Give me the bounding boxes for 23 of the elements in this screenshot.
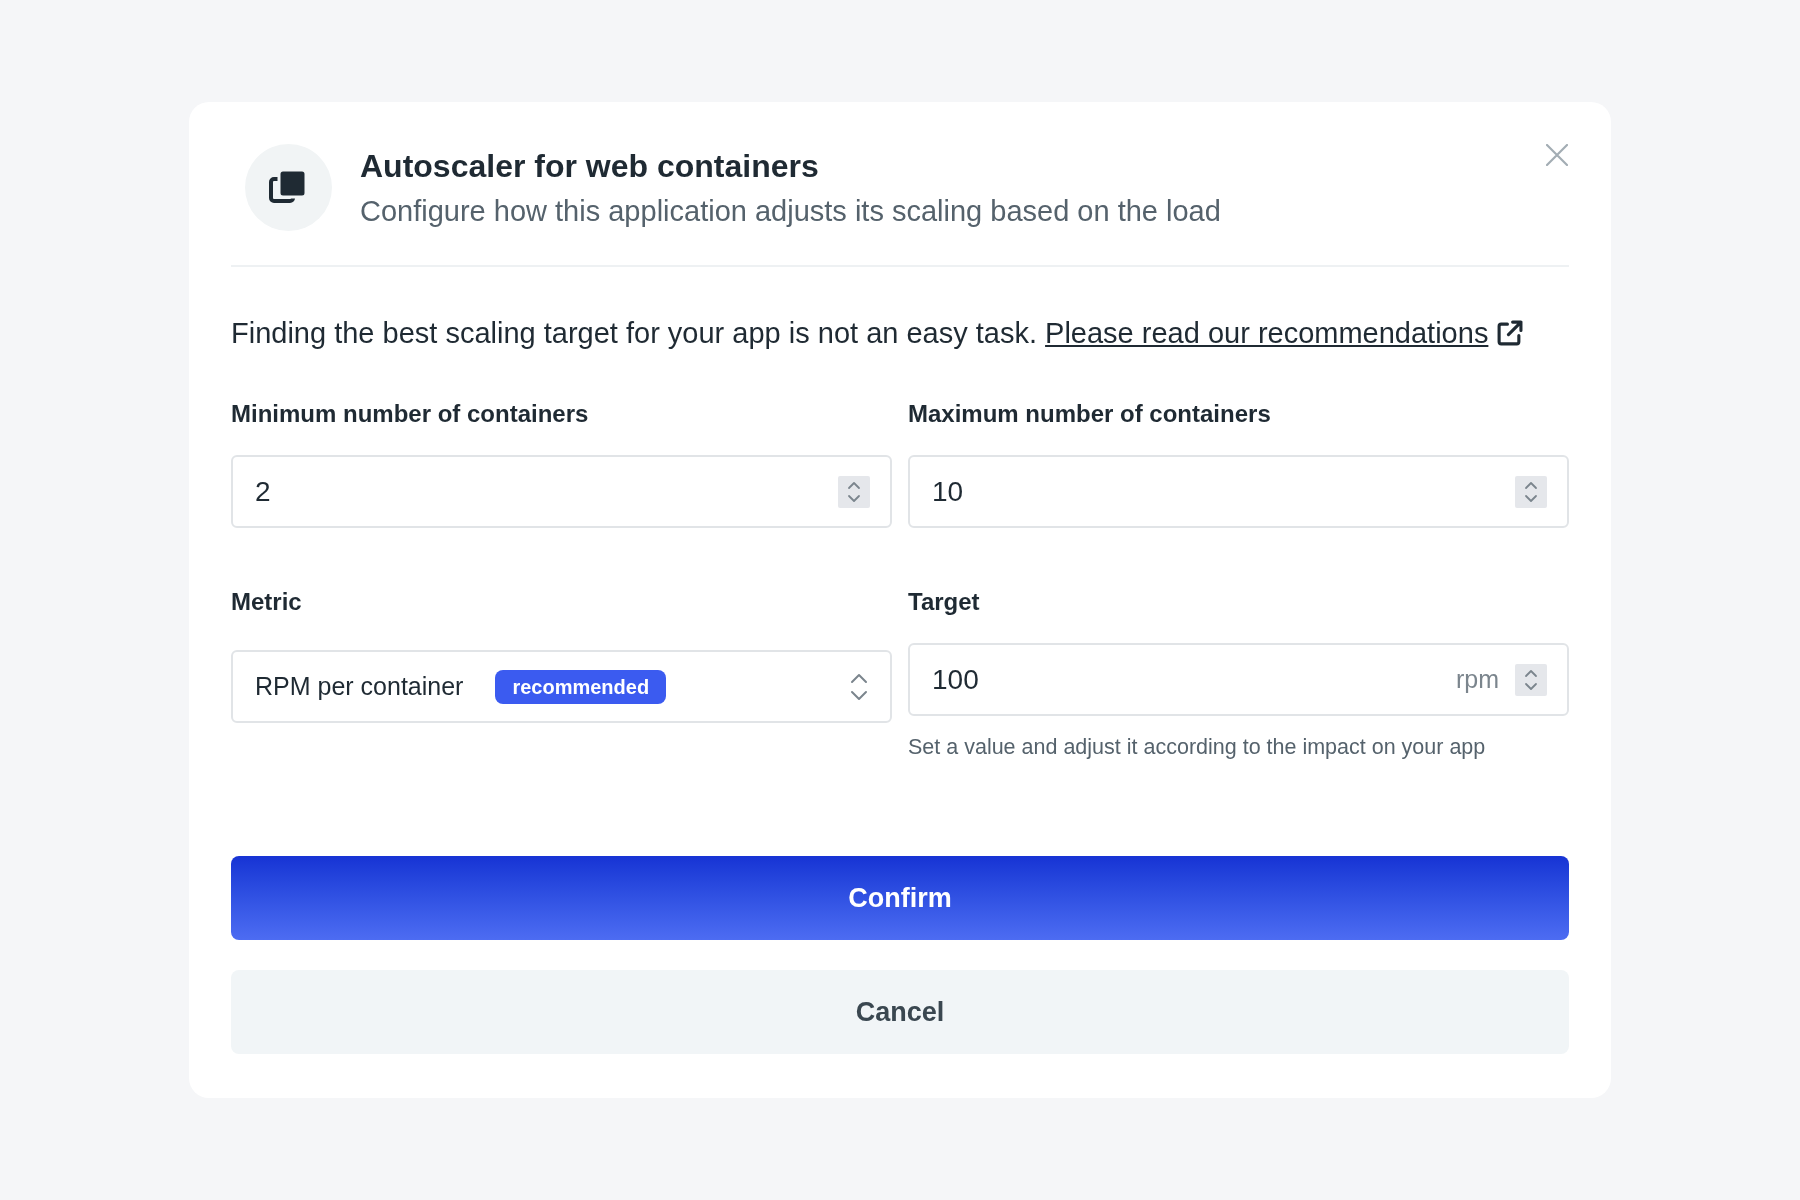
hint-text: Set a value and adjust it according to the impact on your app [908,734,1487,760]
cancel-button[interactable]: Cancel [231,970,1569,1054]
dialog-title: Autoscaler for web containers [360,147,820,186]
recommended-badge: recommended [495,669,667,704]
field-label: Metric [231,587,303,617]
recommendations-link[interactable]: Please read our recommendations [1045,313,1524,353]
external-link-icon [1496,319,1524,347]
number-field[interactable]: 2 [231,455,892,528]
dialog-subtitle: Configure how this application adjusts its scaling based on the load [360,194,1222,229]
field-label: Target [908,587,981,617]
unit-label: rpm [1455,663,1499,695]
confirm-button[interactable]: Confirm [231,856,1569,940]
select-field[interactable]: RPM per container recommended [231,650,892,723]
close-icon[interactable] [1546,144,1568,166]
field-label: Maximum number of containers [908,399,1272,429]
number-field[interactable]: 100 rpm [908,643,1569,716]
spinner-icon[interactable] [1515,475,1547,508]
intro-text: Finding the best scaling target for your app is not an easy task. Please read our recommendations [231,313,1569,353]
field-label: Minimum number of containers [231,399,590,429]
spinner-icon[interactable] [838,475,870,508]
copy-icon [245,144,332,231]
number-field[interactable]: 10 [908,455,1569,528]
spinner-icon[interactable] [1515,663,1547,696]
